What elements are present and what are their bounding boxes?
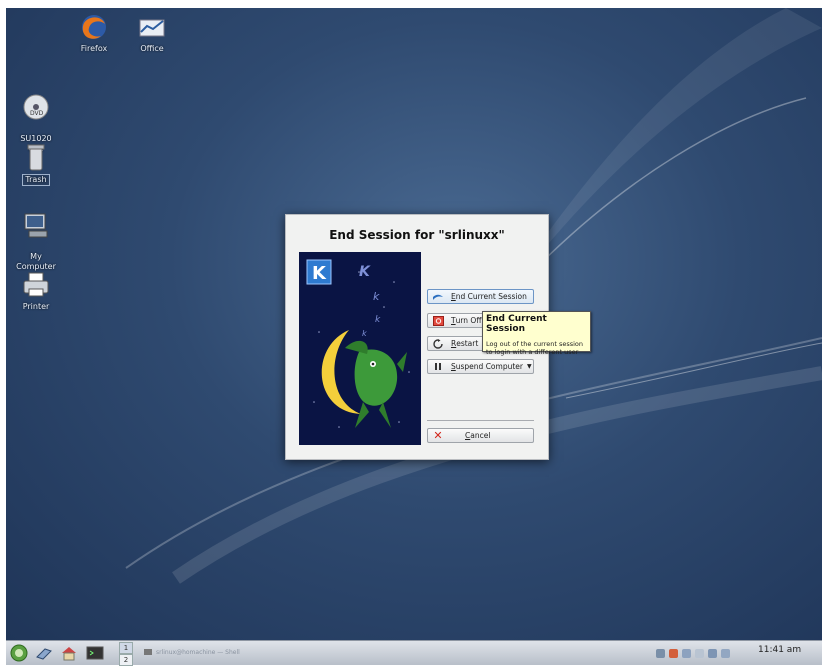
terminal-button[interactable] bbox=[84, 643, 106, 663]
home-folder-button[interactable] bbox=[58, 643, 80, 663]
restart-icon bbox=[432, 338, 444, 349]
trash-icon bbox=[19, 142, 53, 172]
virtual-desktop-pager[interactable]: 1 2 bbox=[119, 642, 133, 666]
my-computer-icon bbox=[19, 210, 53, 240]
firefox-icon bbox=[77, 12, 111, 42]
cancel-x-icon: ✕ bbox=[433, 429, 443, 442]
svg-text:K: K bbox=[312, 263, 327, 284]
power-off-icon bbox=[432, 315, 444, 326]
desktop-icon bbox=[36, 648, 52, 660]
pause-icon bbox=[432, 362, 444, 372]
dialog-title: End Session for "srlinuxx" bbox=[329, 228, 505, 242]
tooltip-title: End Current Session bbox=[486, 314, 547, 334]
svg-text:K: K bbox=[359, 264, 371, 280]
dvd-icon: DVD bbox=[19, 92, 53, 122]
svg-text:DVD: DVD bbox=[30, 110, 44, 117]
pager-desktop-2[interactable]: 2 bbox=[119, 654, 133, 666]
end-current-session-button[interactable]: End Current Session bbox=[427, 289, 534, 304]
shell-icon bbox=[144, 649, 152, 655]
kde-panel: 1 2 srlinux@homachine — Shell 11:41 am bbox=[6, 640, 822, 666]
clipboard-tray-icon[interactable] bbox=[682, 648, 691, 658]
svg-text:k: k bbox=[373, 290, 380, 303]
tooltip-body: Log out of the current session to login … bbox=[486, 340, 584, 356]
taskbar-window-button[interactable]: srlinux@homachine — Shell bbox=[144, 644, 274, 660]
svg-text:k: k bbox=[375, 315, 381, 325]
desktop-icon-printer[interactable]: Printer bbox=[6, 270, 68, 312]
end-session-tooltip: End Current Session Log out of the curre… bbox=[482, 311, 591, 356]
dropdown-arrow-icon: ▼ bbox=[526, 363, 532, 370]
svg-text:k: k bbox=[362, 329, 367, 338]
dialog-divider bbox=[427, 420, 534, 421]
cancel-button[interactable]: ✕ Cancel bbox=[427, 428, 534, 443]
system-tray bbox=[656, 644, 730, 662]
logout-swoosh-icon bbox=[432, 292, 444, 302]
desktop-icon-firefox[interactable]: Firefox bbox=[62, 12, 126, 54]
update-tray-icon[interactable] bbox=[669, 648, 678, 658]
kde-splash-image: K K k k k bbox=[299, 252, 421, 445]
terminal-icon bbox=[86, 646, 104, 660]
printer-icon bbox=[19, 270, 53, 300]
office-icon bbox=[135, 12, 169, 42]
device-notifier-tray-icon[interactable] bbox=[708, 648, 717, 658]
volume-tray-icon[interactable] bbox=[721, 648, 730, 658]
show-desktop-button[interactable] bbox=[33, 643, 55, 663]
suspend-computer-button[interactable]: Suspend Computer ▼ bbox=[427, 359, 534, 374]
suse-gecko-icon bbox=[10, 644, 28, 662]
kde-menu-button[interactable] bbox=[8, 643, 30, 663]
desktop-icon-trash[interactable]: Trash bbox=[6, 142, 68, 186]
home-icon bbox=[62, 647, 76, 661]
pager-desktop-1[interactable]: 1 bbox=[119, 642, 133, 654]
battery-tray-icon[interactable] bbox=[695, 648, 704, 658]
network-tray-icon[interactable] bbox=[656, 648, 665, 658]
clock[interactable]: 11:41 am bbox=[758, 645, 801, 655]
desktop-icon-office[interactable]: Office bbox=[120, 12, 184, 54]
